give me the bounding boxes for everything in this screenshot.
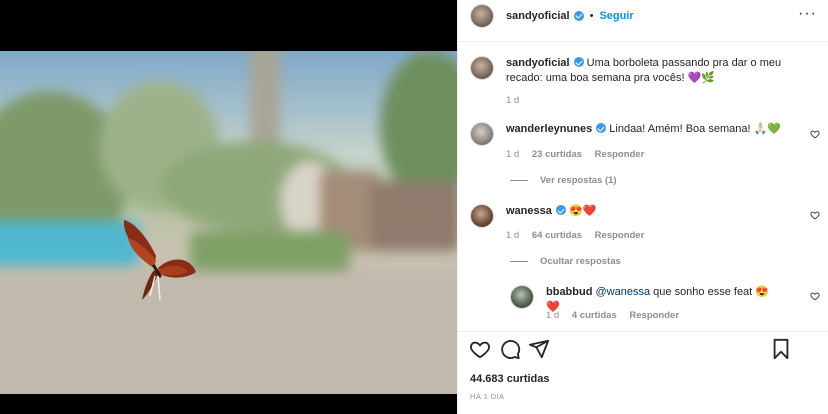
- post-photo[interactable]: [0, 51, 457, 394]
- comment-time: 1 d: [506, 230, 520, 241]
- comment-body: Lindaa! Amém! Boa semana! 🙏🏻💚: [609, 123, 781, 135]
- posted-time: HÁ 1 DIA: [470, 392, 505, 401]
- comment-icon[interactable]: [499, 338, 521, 360]
- comment-likes-count[interactable]: 64 curtidas: [532, 230, 582, 241]
- comment-like-heart-icon[interactable]: [810, 210, 820, 220]
- separator-dot: •: [589, 9, 594, 22]
- comment-meta: 1 d 23 curtidas Responder: [506, 149, 654, 160]
- comment-time: 1 d: [506, 149, 520, 160]
- comment-likes-count[interactable]: 23 curtidas: [532, 149, 582, 160]
- verified-badge-icon: [555, 205, 566, 215]
- replies-line: [510, 180, 528, 181]
- reply-like-heart-icon[interactable]: [810, 291, 820, 301]
- post-header: sandyoficial • Seguir ···: [458, 0, 828, 31]
- comment-username[interactable]: wanessa: [506, 205, 552, 217]
- verified-badge-icon: [573, 10, 584, 21]
- caption-time: 1 d: [506, 95, 520, 106]
- header-divider: [458, 41, 828, 42]
- reply-mention-link[interactable]: @wanessa: [596, 286, 651, 298]
- author-avatar[interactable]: [470, 3, 494, 28]
- likes-count[interactable]: 44.683 curtidas: [470, 373, 550, 385]
- comment-row: wanessa 😍❤️: [470, 204, 798, 228]
- caption-meta: 1 d: [506, 95, 529, 106]
- comment-reply-button[interactable]: Responder: [595, 149, 645, 160]
- author-username[interactable]: sandyoficial: [506, 10, 570, 22]
- view-replies-label: Ver respostas (1): [540, 175, 617, 186]
- butterfly-illustration: [123, 220, 196, 301]
- bookmark-icon[interactable]: [770, 338, 792, 360]
- hide-replies-button[interactable]: Ocultar respostas: [510, 256, 621, 267]
- replies-line: [510, 261, 528, 262]
- comment-like-heart-icon[interactable]: [810, 129, 820, 139]
- reply-time: 1 d: [546, 310, 560, 321]
- post-details-panel: sandyoficial • Seguir ··· sandyoficial U…: [457, 0, 828, 414]
- commenter-avatar[interactable]: [470, 122, 494, 146]
- view-replies-button[interactable]: Ver respostas (1): [510, 175, 617, 186]
- post-media: [0, 0, 457, 414]
- verified-badge-icon: [596, 123, 607, 133]
- comment-body: 😍❤️: [568, 205, 597, 217]
- comment-row: wanderleynunes Lindaa! Amém! Boa semana!…: [470, 122, 798, 146]
- comment-reply-button[interactable]: Responder: [595, 230, 645, 241]
- replier-avatar[interactable]: [510, 285, 534, 309]
- caption-row: sandyoficial Uma borboleta passando pra …: [470, 56, 798, 86]
- photo-background: [0, 51, 457, 394]
- paper-plane-icon[interactable]: [528, 338, 550, 360]
- actions-divider: [458, 331, 828, 332]
- verified-badge-icon: [573, 57, 584, 67]
- heart-icon[interactable]: [469, 338, 491, 360]
- author-avatar[interactable]: [470, 56, 494, 80]
- comment-text: wanessa 😍❤️: [506, 204, 798, 219]
- follow-button[interactable]: Seguir: [599, 10, 633, 22]
- comment-text: wanderleynunes Lindaa! Amém! Boa semana!…: [506, 122, 798, 137]
- comment-meta: 1 d 64 curtidas Responder: [506, 230, 654, 241]
- commenter-avatar[interactable]: [470, 204, 494, 228]
- reply-meta: 1 d 4 curtidas Responder: [546, 310, 689, 321]
- reply-reply-button[interactable]: Responder: [629, 310, 679, 321]
- comment-username[interactable]: wanderleynunes: [506, 123, 592, 135]
- reply-likes-count[interactable]: 4 curtidas: [572, 310, 617, 321]
- reply-username[interactable]: bbabbud: [546, 286, 592, 298]
- more-options-icon[interactable]: ···: [798, 6, 817, 22]
- hide-replies-label: Ocultar respostas: [540, 256, 621, 267]
- caption-username[interactable]: sandyoficial: [506, 57, 570, 69]
- post-action-bar: [458, 338, 828, 366]
- caption-text: sandyoficial Uma borboleta passando pra …: [506, 56, 798, 86]
